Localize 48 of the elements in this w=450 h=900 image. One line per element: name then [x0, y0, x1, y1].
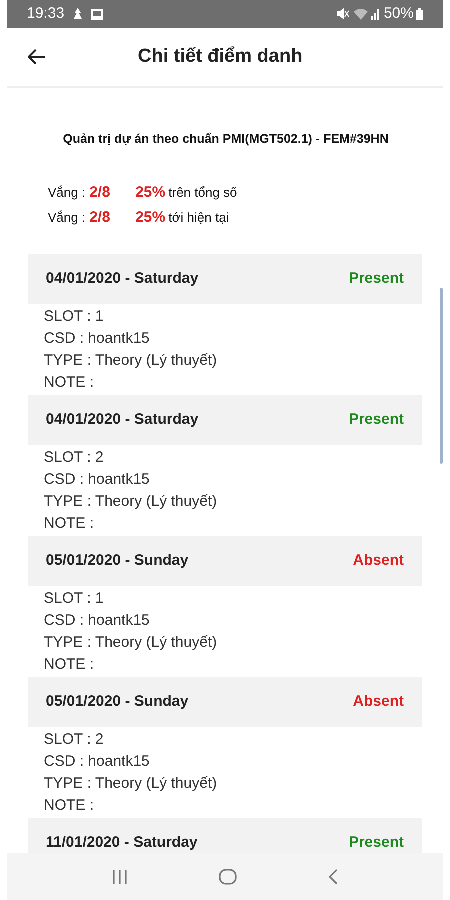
absence-percent: 25% [136, 208, 166, 228]
back-arrow-icon [28, 49, 46, 65]
session-date: 05/01/2020 - Sunday [46, 692, 189, 712]
mute-icon [336, 8, 349, 20]
home-icon[interactable] [218, 868, 237, 884]
back-icon[interactable] [328, 868, 338, 884]
battery-icon [416, 8, 423, 20]
session-detail: TYPE : Theory (Lý thuyết) [44, 632, 218, 653]
session-detail: TYPE : Theory (Lý thuyết) [44, 774, 218, 794]
screen-title: Chi tiết điểm danh [138, 44, 303, 69]
session-detail: NOTE : [44, 654, 96, 675]
session-detail: CSD : hoantk15 [44, 328, 151, 349]
signal-icon [370, 8, 380, 20]
attendance-status: Absent [353, 550, 404, 570]
absence-count: 2/8 [90, 208, 112, 228]
absence-percent: 25% [136, 182, 166, 203]
absence-label: Vắng : [48, 209, 86, 228]
absence-count: 2/8 [90, 182, 112, 203]
attendance-status: Present [348, 410, 404, 430]
clock: 19:33 [27, 4, 65, 24]
session-detail: CSD : hoantk15 [44, 752, 151, 772]
session-detail: TYPE : Theory (Lý thuyết) [44, 350, 218, 371]
session-detail: SLOT : 1 [44, 588, 105, 609]
attendance-status: Present [348, 268, 404, 288]
session-detail: NOTE : [44, 796, 96, 816]
battery-percent: 50% [384, 4, 414, 24]
notification-icon [72, 8, 83, 20]
session-detail: TYPE : Theory (Lý thuyết) [44, 492, 218, 512]
percent-caption: trên tổng số [168, 184, 238, 202]
session-detail: SLOT : 2 [44, 730, 105, 750]
session-date: 04/01/2020 - Saturday [46, 268, 199, 288]
absence-label: Vắng : [48, 184, 86, 202]
wifi-icon [354, 8, 368, 20]
session-date: 04/01/2020 - Saturday [46, 410, 199, 430]
session-date: 05/01/2020 - Sunday [46, 550, 189, 570]
session-detail: NOTE : [44, 514, 96, 534]
recent-apps-icon[interactable] [112, 870, 128, 884]
attendance-status: Present [348, 832, 404, 852]
session-detail: CSD : hoantk15 [44, 470, 151, 490]
session-detail: SLOT : 2 [44, 448, 105, 468]
session-detail: CSD : hoantk15 [44, 610, 151, 631]
session-detail: SLOT : 1 [44, 306, 105, 327]
attendance-status: Absent [353, 692, 404, 712]
session-date: 11/01/2020 - Saturday [46, 832, 198, 852]
percent-caption: tới hiện tại [168, 209, 230, 228]
session-detail: NOTE : [44, 372, 96, 393]
image-icon [90, 8, 103, 20]
course-name: Quản trị dự án theo chuẩn PMI(MGT502.1) - FEM#39HN [62, 131, 390, 148]
